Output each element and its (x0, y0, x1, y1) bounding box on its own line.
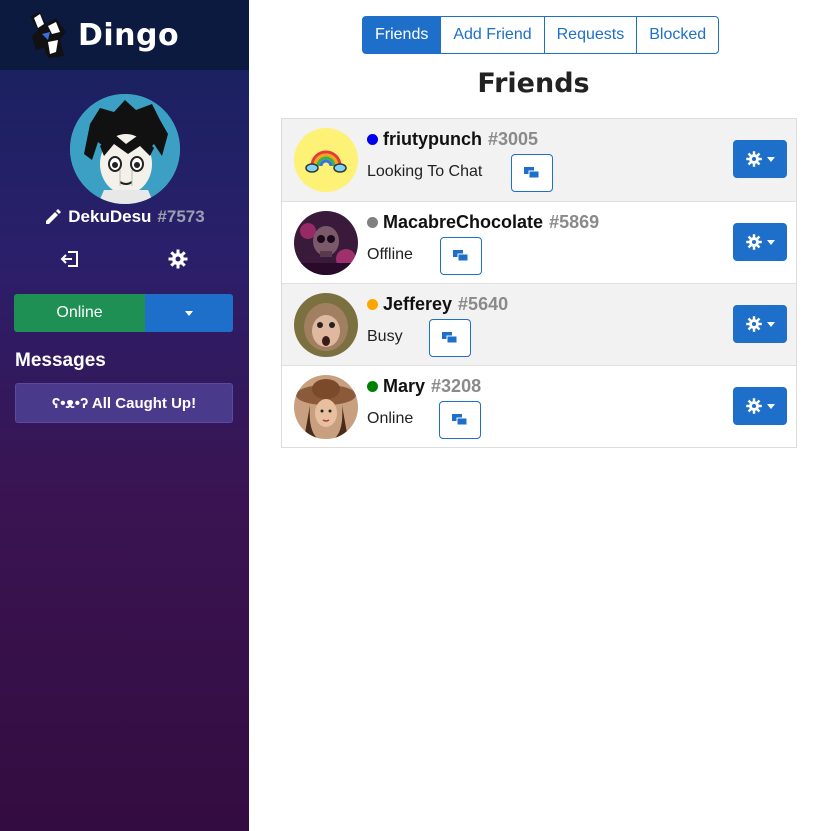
friend-discriminator: #5869 (549, 212, 600, 232)
friend-status: Offline (367, 246, 413, 263)
friend-options-button[interactable] (733, 387, 787, 425)
status-button[interactable]: Online (14, 294, 145, 332)
status-selector: Online (14, 294, 233, 332)
chat-button[interactable] (429, 319, 471, 357)
friend-row: MacabreChocolate #5869 Offline (282, 201, 796, 283)
caret-down-icon (767, 403, 775, 409)
user-avatar[interactable] (70, 94, 180, 204)
rainbow-cloud-avatar-image (294, 128, 358, 192)
edit-pencil-icon[interactable] (44, 208, 62, 226)
status-dot-icon (367, 381, 378, 392)
tab-add-friend[interactable]: Add Friend (440, 16, 545, 54)
friend-row: Mary #3208 Online (282, 365, 796, 447)
anime-avatar-image (70, 94, 180, 204)
settings-gear-icon[interactable] (167, 248, 189, 270)
skull-avatar-image (294, 211, 358, 275)
friend-name: Jefferey (383, 294, 453, 314)
friend-options-button[interactable] (733, 305, 787, 343)
chat-button[interactable] (440, 237, 482, 275)
tab-friends[interactable]: Friends (362, 16, 442, 54)
friend-name-line: Mary #3208 (367, 376, 481, 397)
friend-status: Online (367, 410, 414, 427)
friend-name: Mary (383, 376, 426, 396)
friend-name-line: MacabreChocolate #5869 (367, 212, 599, 233)
logout-icon[interactable] (59, 248, 81, 270)
friend-status: Looking To Chat (367, 163, 483, 180)
friend-options-button[interactable] (733, 140, 787, 178)
monkey-avatar-image (294, 293, 358, 357)
friend-discriminator: #3208 (431, 376, 482, 396)
caret-down-icon (767, 239, 775, 245)
app-name: Dingo (78, 17, 180, 53)
status-dot-icon (367, 134, 378, 145)
friend-name: friutypunch (383, 129, 482, 149)
tab-blocked[interactable]: Blocked (636, 16, 720, 54)
messages-empty-button[interactable]: ʕ•ᴥ•ʔ All Caught Up! (15, 383, 233, 423)
dingo-logo-icon (30, 12, 66, 58)
chat-button[interactable] (439, 401, 481, 439)
page-title: Friends (477, 68, 590, 99)
sidebar-quick-actions (0, 248, 249, 272)
caret-down-icon (185, 310, 193, 316)
friend-options-button[interactable] (733, 223, 787, 261)
friend-name-line: Jefferey #5640 (367, 294, 508, 315)
friend-list: friutypunch #3005 Looking To Chat Macabr… (281, 118, 797, 448)
friend-avatar[interactable] (294, 211, 358, 275)
chat-bubbles-icon (452, 414, 468, 426)
friend-row: friutypunch #3005 Looking To Chat (282, 119, 796, 201)
tab-requests[interactable]: Requests (543, 16, 638, 54)
username: DekuDesu (68, 207, 152, 226)
friend-avatar[interactable] (294, 375, 358, 439)
woman-hat-avatar-image (294, 375, 358, 439)
gear-icon (746, 151, 762, 167)
gear-icon (746, 316, 762, 332)
user-discriminator: #7573 (157, 207, 205, 226)
chat-bubbles-icon (524, 167, 540, 179)
friend-name: MacabreChocolate (383, 212, 544, 232)
friend-avatar[interactable] (294, 293, 358, 357)
gear-icon (746, 234, 762, 250)
friend-status: Busy (367, 328, 403, 345)
gear-icon (746, 398, 762, 414)
friend-avatar[interactable] (294, 128, 358, 192)
chat-button[interactable] (511, 154, 553, 192)
friend-name-line: friutypunch #3005 (367, 129, 538, 150)
chat-bubbles-icon (442, 332, 458, 344)
sidebar: Dingo DekuDesu #7573 Online Messages ʕ•ᴥ… (0, 0, 249, 831)
status-dot-icon (367, 217, 378, 228)
chat-bubbles-icon (453, 250, 469, 262)
status-dot-icon (367, 299, 378, 310)
friend-row: Jefferey #5640 Busy (282, 283, 796, 365)
brand-header[interactable]: Dingo (0, 0, 249, 70)
friend-discriminator: #5640 (458, 294, 509, 314)
caret-down-icon (767, 156, 775, 162)
user-identity: DekuDesu #7573 (0, 204, 249, 230)
caret-down-icon (767, 321, 775, 327)
friend-discriminator: #3005 (488, 129, 539, 149)
friends-tabs: Friends Add Friend Requests Blocked (362, 16, 720, 54)
messages-heading: Messages (15, 350, 106, 371)
status-dropdown-toggle[interactable] (145, 294, 233, 332)
